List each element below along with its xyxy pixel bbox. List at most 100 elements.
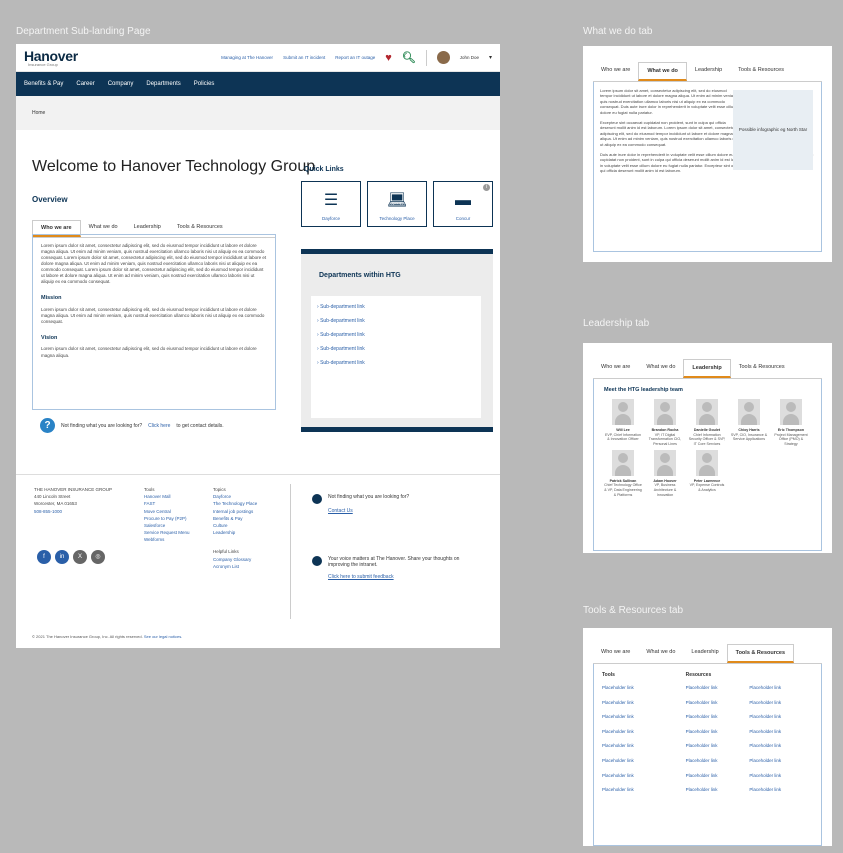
- placeholder-link[interactable]: Placeholder link: [602, 787, 666, 792]
- tab-who-we-are[interactable]: Who we are: [593, 644, 638, 663]
- footer-link[interactable]: Leadership: [213, 529, 257, 536]
- main-nav: Benefits & Pay Career Company Department…: [16, 72, 500, 96]
- footer-link[interactable]: Webforms: [144, 536, 190, 543]
- tab-leadership[interactable]: Leadership: [687, 62, 730, 81]
- placeholder-link[interactable]: Placeholder link: [749, 729, 813, 734]
- placeholder-link[interactable]: Placeholder link: [602, 758, 666, 763]
- placeholder-link[interactable]: Placeholder link: [686, 758, 750, 763]
- tab-who-we-are[interactable]: Who we are: [593, 62, 638, 81]
- avatar[interactable]: [436, 51, 450, 64]
- placeholder-link[interactable]: Placeholder link: [686, 773, 750, 778]
- placeholder-link[interactable]: Placeholder link: [602, 729, 666, 734]
- sub-department-link[interactable]: › Sub-department link: [317, 304, 475, 310]
- footer-link[interactable]: Service Request Menu: [144, 529, 190, 536]
- quick-link-technology-place[interactable]: 💻︎ Technology Place: [367, 181, 427, 227]
- user-menu[interactable]: John Doe: [460, 55, 479, 60]
- utility-link-report-outage[interactable]: Report an IT outage: [335, 55, 375, 60]
- sub-department-link[interactable]: › Sub-department link: [317, 346, 475, 352]
- tab-what-we-do[interactable]: What we do: [638, 62, 687, 81]
- tab-leadership[interactable]: Leadership: [683, 359, 731, 378]
- sub-department-link[interactable]: › Sub-department link: [317, 332, 475, 338]
- chevron-down-icon[interactable]: ▾: [489, 54, 492, 61]
- quick-link-dayforce[interactable]: ☰ Dayforce: [301, 181, 361, 227]
- person-icon: [780, 399, 802, 425]
- placeholder-link[interactable]: Placeholder link: [749, 685, 813, 690]
- placeholder-link[interactable]: Placeholder link: [686, 743, 750, 748]
- placeholder-link[interactable]: Placeholder link: [686, 729, 750, 734]
- nav-benefits-pay[interactable]: Benefits & Pay: [24, 81, 63, 87]
- footer-link[interactable]: Benefits & Pay: [213, 515, 257, 522]
- placeholder-link[interactable]: Placeholder link: [749, 758, 813, 763]
- leader-card[interactable]: Brandon Rocha VP, IT Digital Transformati…: [646, 399, 684, 447]
- footer-link[interactable]: Company Glossary: [213, 556, 257, 563]
- tab-tools-resources[interactable]: Tools & Resources: [731, 359, 793, 378]
- footer-link[interactable]: Procure to Pay (P2P): [144, 515, 190, 522]
- contact-us-link[interactable]: Contact Us: [328, 508, 409, 514]
- utility-link-managing[interactable]: Managing at The Hanover: [221, 55, 273, 60]
- leader-card[interactable]: Will Lee EVP, Chief Information & Innovat…: [604, 399, 642, 447]
- placeholder-link[interactable]: Placeholder link: [686, 700, 750, 705]
- nav-departments[interactable]: Departments: [146, 81, 180, 87]
- utility-link-submit-incident[interactable]: Submit an IT incident: [283, 55, 325, 60]
- quick-link-concur[interactable]: i ▬ Concur: [433, 181, 493, 227]
- placeholder-link[interactable]: Placeholder link: [686, 685, 750, 690]
- info-icon[interactable]: i: [483, 184, 490, 191]
- placeholder-link[interactable]: Placeholder link: [686, 787, 750, 792]
- sub-department-link[interactable]: › Sub-department link: [317, 360, 475, 366]
- footer-link[interactable]: Acronym List: [213, 563, 257, 570]
- tab-tools-resources[interactable]: Tools & Resources: [730, 62, 792, 81]
- nav-career[interactable]: Career: [76, 81, 94, 87]
- feedback-link[interactable]: Click here to submit feedback: [328, 574, 482, 580]
- x-icon[interactable]: X: [73, 550, 87, 564]
- tabs: Who we are What we do Leadership Tools &…: [593, 62, 822, 82]
- search-icon[interactable]: 🔍︎: [402, 51, 416, 64]
- placeholder-link[interactable]: Placeholder link: [749, 773, 813, 778]
- footer-link[interactable]: The Technology Place: [213, 500, 257, 507]
- linkedin-icon[interactable]: in: [55, 550, 69, 564]
- instagram-icon[interactable]: ◎: [91, 550, 105, 564]
- heart-icon[interactable]: ♥: [385, 52, 392, 64]
- placeholder-link[interactable]: Placeholder link: [686, 714, 750, 719]
- footer-link[interactable]: Culture: [213, 522, 257, 529]
- placeholder-link[interactable]: Placeholder link: [602, 743, 666, 748]
- logo[interactable]: Hanover Insurance Group: [24, 49, 78, 67]
- facebook-icon[interactable]: f: [37, 550, 51, 564]
- tab-who-we-are[interactable]: Who we are: [593, 359, 638, 378]
- tools-frame-label: Tools & Resources tab: [583, 605, 684, 616]
- leader-card[interactable]: Patrick Sullivan Chief Technology Office …: [604, 449, 642, 498]
- placeholder-link[interactable]: Placeholder link: [602, 773, 666, 778]
- leader-card[interactable]: Danielle Goulet Chief Information Securit…: [688, 399, 726, 447]
- help-link[interactable]: Click here: [148, 423, 170, 429]
- placeholder-link[interactable]: Placeholder link: [602, 714, 666, 719]
- leader-card[interactable]: Adam Hoover VP, Business Architecture & I…: [646, 449, 684, 498]
- leader-card[interactable]: Chioy Harris SVP, CIO, Insurance & Servic…: [730, 399, 768, 447]
- placeholder-link[interactable]: Placeholder link: [749, 700, 813, 705]
- footer-link[interactable]: FAST: [144, 500, 190, 507]
- footer-link[interactable]: Hanover Mall: [144, 493, 190, 500]
- footer-link[interactable]: Dayforce: [213, 493, 257, 500]
- tab-what-we-do[interactable]: What we do: [638, 359, 683, 378]
- footer-link[interactable]: Internal job postings: [213, 508, 257, 515]
- placeholder-link[interactable]: Placeholder link: [602, 685, 666, 690]
- divider: [425, 49, 427, 66]
- placeholder-link[interactable]: Placeholder link: [749, 743, 813, 748]
- nav-policies[interactable]: Policies: [194, 81, 215, 87]
- footer-link[interactable]: Salesforce: [144, 522, 190, 529]
- tab-leadership[interactable]: Leadership: [683, 644, 726, 663]
- leader-card[interactable]: Eric Thompson Project Management Office (…: [772, 399, 810, 447]
- footer-phone[interactable]: 508-855-1000: [34, 508, 112, 515]
- legal-link[interactable]: See our legal notices.: [144, 634, 182, 639]
- tab-what-we-do[interactable]: What we do: [638, 644, 683, 663]
- footer-address: THE HANOVER INSURANCE GROUP 440 Lincoln …: [34, 487, 113, 515]
- nav-company[interactable]: Company: [108, 81, 134, 87]
- placeholder-link[interactable]: Placeholder link: [749, 787, 813, 792]
- tab-tools-resources[interactable]: Tools & Resources: [726, 644, 795, 663]
- sub-department-link[interactable]: › Sub-department link: [317, 318, 475, 324]
- leaders-grid: Will Lee EVP, Chief Information & Innovat…: [604, 399, 811, 497]
- footer-link[interactable]: Move Central: [144, 508, 190, 515]
- copyright: © 2021 The Hanover Insurance Group, Inc.…: [32, 634, 183, 639]
- leader-card[interactable]: Peter Lawrence VP, Expense Controls & Ana…: [688, 449, 726, 498]
- placeholder-link[interactable]: Placeholder link: [602, 700, 666, 705]
- breadcrumb-home[interactable]: Home: [32, 110, 45, 116]
- placeholder-link[interactable]: Placeholder link: [749, 714, 813, 719]
